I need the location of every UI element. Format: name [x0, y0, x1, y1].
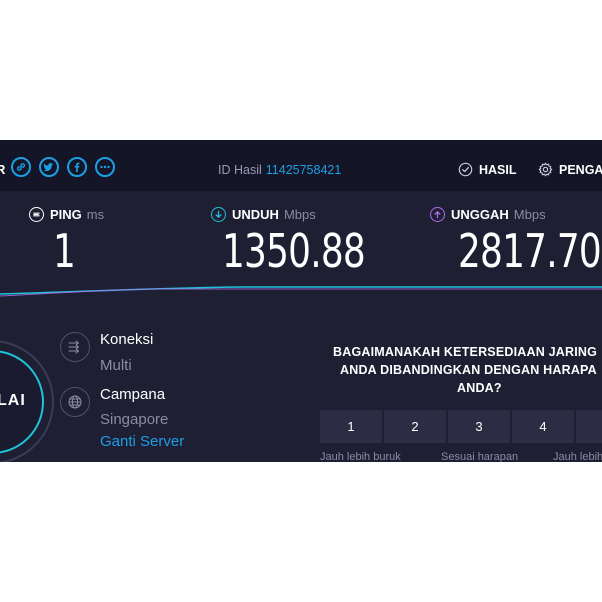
top-bar: R ID Hasil 11425758421 HASIL PENGA [0, 140, 602, 191]
connection-title: Koneksi [100, 331, 154, 348]
upload-unit: Mbps [513, 207, 546, 222]
results-nav-label: HASIL [479, 162, 517, 177]
download-header: UNDUH Mbps [211, 207, 316, 222]
upload-arrow-icon [430, 207, 445, 222]
connections-icon [60, 332, 90, 362]
rating-option-2[interactable]: 2 [384, 410, 446, 443]
rating-label-low: Jauh lebih buruk [320, 451, 401, 462]
settings-nav-button[interactable]: PENGA [538, 162, 602, 177]
ping-unit: ms [86, 207, 105, 222]
survey-question-line-3: ANDA? [457, 381, 502, 395]
rating-label-mid: Sesuai harapan [441, 451, 519, 462]
ping-icon [29, 207, 44, 222]
result-id: ID Hasil 11425758421 [218, 163, 341, 177]
download-arrow-icon [211, 207, 226, 222]
result-id-label: ID Hasil [218, 163, 262, 177]
results-nav-button[interactable]: HASIL [458, 162, 517, 177]
facebook-icon[interactable] [67, 157, 87, 177]
link-share-icon[interactable] [11, 157, 31, 177]
speed-graph [0, 286, 602, 297]
upload-label: UNGGAH [451, 207, 509, 222]
ping-value: 1 [53, 224, 76, 278]
rating-option-1[interactable]: 1 [320, 410, 382, 443]
download-label: UNDUH [232, 207, 279, 222]
download-unit: Mbps [283, 207, 316, 222]
gear-icon [538, 162, 553, 177]
download-value: 1350.88 [222, 224, 366, 278]
checkmark-circle-icon [458, 162, 473, 177]
survey-question-line-2: ANDA DIBANDINGKAN DENGAN HARAPA [340, 363, 597, 377]
upload-value: 2817.70 [458, 224, 602, 278]
upload-header: UNGGAH Mbps [430, 207, 546, 222]
go-button-label[interactable]: LAI [0, 392, 26, 410]
more-options-icon[interactable] [95, 157, 115, 177]
settings-nav-label: PENGA [559, 162, 602, 177]
change-server-link[interactable]: Ganti Server [100, 433, 184, 450]
survey-question-line-1: BAGAIMANAKAH KETERSEDIAAN JARING [333, 345, 598, 359]
globe-icon [60, 387, 90, 417]
twitter-icon[interactable] [39, 157, 59, 177]
share-label: R [0, 162, 6, 177]
ping-label: PING [50, 207, 82, 222]
server-name: Campana [100, 386, 166, 403]
speedtest-app: R ID Hasil 11425758421 HASIL PENGA PING … [0, 140, 602, 462]
rating-option-5[interactable] [576, 410, 602, 443]
server-location: Singapore [100, 411, 169, 428]
rating-option-3[interactable]: 3 [448, 410, 510, 443]
rating-label-high: Jauh lebih [553, 451, 602, 462]
ping-header: PING ms [29, 207, 104, 222]
result-id-link[interactable]: 11425758421 [266, 163, 342, 177]
connection-value: Multi [100, 357, 132, 374]
rating-option-4[interactable]: 4 [512, 410, 574, 443]
